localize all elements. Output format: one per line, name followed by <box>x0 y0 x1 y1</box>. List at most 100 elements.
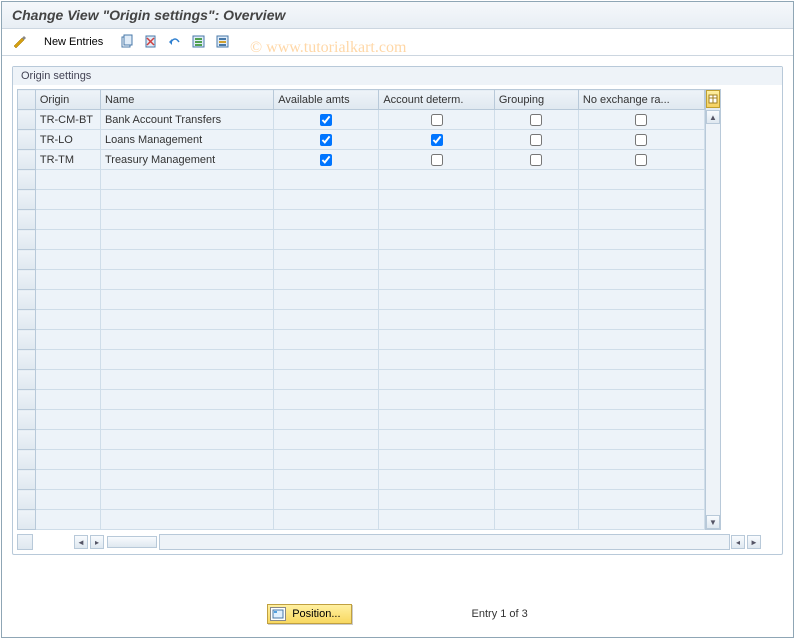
cell-account[interactable] <box>379 250 495 270</box>
row-selector[interactable] <box>18 370 36 390</box>
cell-grouping[interactable] <box>494 390 578 410</box>
checkbox[interactable] <box>320 154 332 166</box>
deselect-all-icon[interactable] <box>213 33 233 51</box>
row-selector[interactable] <box>18 170 36 190</box>
row-selector[interactable] <box>18 350 36 370</box>
cell-available[interactable] <box>274 430 379 450</box>
row-selector[interactable] <box>18 470 36 490</box>
cell-account[interactable] <box>379 410 495 430</box>
cell-available[interactable] <box>274 290 379 310</box>
cell-noexch[interactable] <box>578 370 704 390</box>
cell-name[interactable] <box>100 210 273 230</box>
checkbox[interactable] <box>635 134 647 146</box>
cell-origin[interactable] <box>35 470 100 490</box>
cell-available[interactable] <box>274 110 379 130</box>
cell-origin[interactable] <box>35 330 100 350</box>
cell-account[interactable] <box>379 430 495 450</box>
cell-account[interactable] <box>379 310 495 330</box>
row-selector[interactable] <box>18 190 36 210</box>
row-selector[interactable] <box>18 110 36 130</box>
cell-name[interactable] <box>100 450 273 470</box>
cell-available[interactable] <box>274 330 379 350</box>
cell-account[interactable] <box>379 390 495 410</box>
cell-account[interactable] <box>379 370 495 390</box>
cell-noexch[interactable] <box>578 190 704 210</box>
checkbox[interactable] <box>431 154 443 166</box>
cell-name[interactable] <box>100 170 273 190</box>
row-selector[interactable] <box>18 450 36 470</box>
cell-name[interactable]: Bank Account Transfers <box>100 110 273 130</box>
cell-account[interactable] <box>379 190 495 210</box>
col-name[interactable]: Name <box>100 90 273 110</box>
cell-grouping[interactable] <box>494 470 578 490</box>
cell-grouping[interactable] <box>494 490 578 510</box>
cell-grouping[interactable] <box>494 350 578 370</box>
cell-origin[interactable] <box>35 290 100 310</box>
cell-name[interactable] <box>100 310 273 330</box>
cell-account[interactable] <box>379 350 495 370</box>
cell-noexch[interactable] <box>578 490 704 510</box>
cell-account[interactable] <box>379 510 495 530</box>
cell-noexch[interactable] <box>578 130 704 150</box>
cell-origin[interactable] <box>35 430 100 450</box>
col-account[interactable]: Account determ. <box>379 90 495 110</box>
row-selector[interactable] <box>18 270 36 290</box>
cell-grouping[interactable] <box>494 210 578 230</box>
cell-name[interactable] <box>100 350 273 370</box>
cell-noexch[interactable] <box>578 270 704 290</box>
row-selector[interactable] <box>18 210 36 230</box>
cell-grouping[interactable] <box>494 190 578 210</box>
cell-grouping[interactable] <box>494 330 578 350</box>
cell-available[interactable] <box>274 410 379 430</box>
checkbox[interactable] <box>320 134 332 146</box>
cell-origin[interactable] <box>35 410 100 430</box>
cell-grouping[interactable] <box>494 310 578 330</box>
hscroll-left-icon[interactable]: ▸ <box>90 535 104 549</box>
checkbox[interactable] <box>530 134 542 146</box>
cell-origin[interactable] <box>35 350 100 370</box>
hscroll-track[interactable] <box>159 534 730 550</box>
cell-origin[interactable] <box>35 230 100 250</box>
hscroll-thumb[interactable] <box>107 536 157 548</box>
cell-noexch[interactable] <box>578 250 704 270</box>
cell-available[interactable] <box>274 170 379 190</box>
scroll-track[interactable] <box>706 124 720 515</box>
row-selector[interactable] <box>18 390 36 410</box>
cell-noexch[interactable] <box>578 470 704 490</box>
row-selector[interactable] <box>18 510 36 530</box>
cell-available[interactable] <box>274 370 379 390</box>
cell-available[interactable] <box>274 510 379 530</box>
hscroll-last-icon[interactable]: ► <box>747 535 761 549</box>
cell-noexch[interactable] <box>578 390 704 410</box>
cell-origin[interactable]: TR-TM <box>35 150 100 170</box>
checkbox[interactable] <box>530 114 542 126</box>
row-selector[interactable] <box>18 430 36 450</box>
vertical-scrollbar[interactable]: ▲ ▼ <box>705 89 721 530</box>
hscroll-right-icon[interactable]: ◂ <box>731 535 745 549</box>
cell-name[interactable]: Treasury Management <box>100 150 273 170</box>
cell-noexch[interactable] <box>578 310 704 330</box>
header-selector[interactable] <box>18 90 36 110</box>
cell-name[interactable] <box>100 410 273 430</box>
cell-noexch[interactable] <box>578 410 704 430</box>
cell-available[interactable] <box>274 190 379 210</box>
cell-noexch[interactable] <box>578 290 704 310</box>
row-selector[interactable] <box>18 150 36 170</box>
cell-origin[interactable] <box>35 190 100 210</box>
cell-grouping[interactable] <box>494 230 578 250</box>
cell-account[interactable] <box>379 450 495 470</box>
cell-available[interactable] <box>274 390 379 410</box>
cell-grouping[interactable] <box>494 130 578 150</box>
cell-name[interactable] <box>100 430 273 450</box>
col-noexch[interactable]: No exchange ra... <box>578 90 704 110</box>
cell-origin[interactable] <box>35 310 100 330</box>
cell-origin[interactable] <box>35 390 100 410</box>
checkbox[interactable] <box>530 154 542 166</box>
cell-noexch[interactable] <box>578 430 704 450</box>
delete-icon[interactable] <box>141 33 161 51</box>
cell-noexch[interactable] <box>578 350 704 370</box>
cell-name[interactable] <box>100 490 273 510</box>
table-settings-icon[interactable] <box>706 90 720 108</box>
cell-origin[interactable]: TR-CM-BT <box>35 110 100 130</box>
scroll-down-icon[interactable]: ▼ <box>706 515 720 529</box>
